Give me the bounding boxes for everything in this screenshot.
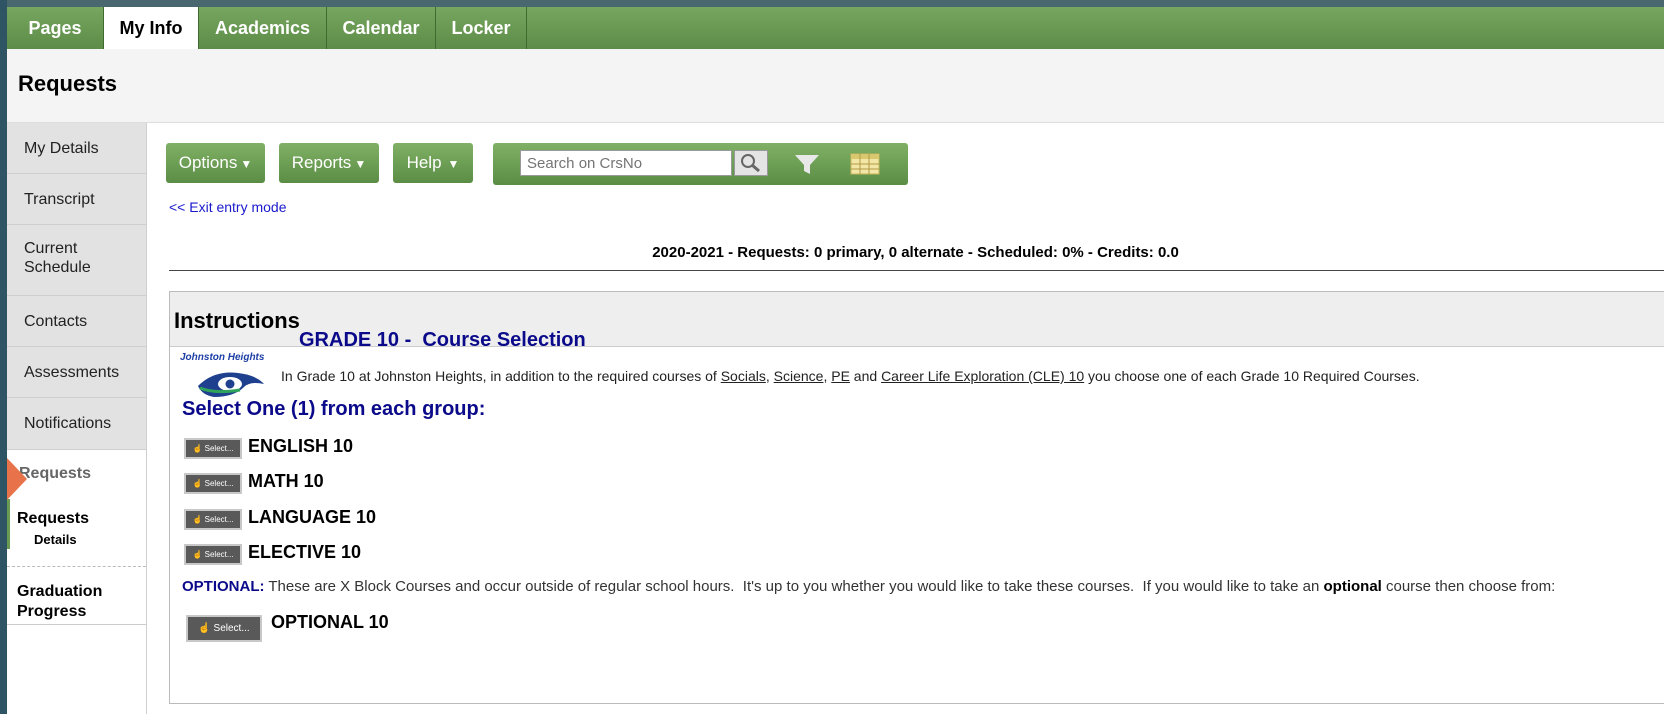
intro-text-separator: and <box>849 368 882 384</box>
grid-view-icon[interactable] <box>850 152 880 176</box>
options-label: Options <box>178 153 238 172</box>
hand-pointer-icon: ☝ <box>192 444 203 453</box>
select-elective-button[interactable]: ☝ Select... <box>184 544 242 565</box>
sidebar-item-graduation-progress[interactable]: Graduation Progress <box>17 582 102 622</box>
intro-text-start: In Grade 10 at Johnston Heights, in addi… <box>281 368 721 384</box>
tab-my-info[interactable]: My Info <box>104 7 199 50</box>
divider <box>169 270 1664 271</box>
filter-icon[interactable] <box>793 152 821 176</box>
optional-note-text: These are X Block Courses and occur outs… <box>264 578 1324 595</box>
sidebar-item-label: Current <box>24 240 78 257</box>
sidebar-item-requests[interactable]: Requests <box>17 510 89 528</box>
requests-summary: 2020-2021 - Requests: 0 primary, 0 alter… <box>652 244 1179 261</box>
sidebar-item-my-details[interactable]: My Details <box>7 123 146 174</box>
sidebar-item-label: Progress <box>17 603 87 620</box>
divider <box>7 624 146 625</box>
caret-down-icon: ▼ <box>354 157 367 171</box>
search-toolbar <box>493 143 908 185</box>
hand-pointer-icon: ☝ <box>192 515 203 524</box>
side-navigation: My Details Transcript Current Schedule C… <box>7 123 147 714</box>
sidebar-item-current-schedule[interactable]: Current Schedule <box>7 225 146 296</box>
annotation-arrow <box>7 458 27 500</box>
hand-pointer-icon: ☝ <box>198 623 211 634</box>
logo-text: Johnston Heights <box>180 352 265 363</box>
intro-text-end: you choose one of each Grade 10 Required… <box>1084 368 1420 384</box>
hawk-logo-icon <box>198 372 264 397</box>
select-group-heading: Select One (1) from each group: <box>182 398 486 420</box>
options-menu-button[interactable]: Options ▼ <box>166 143 265 183</box>
sidebar-item-transcript[interactable]: Transcript <box>7 174 146 225</box>
course-name: LANGUAGE 10 <box>248 507 377 527</box>
caret-down-icon: ▼ <box>447 157 460 171</box>
caret-down-icon: ▼ <box>240 157 253 171</box>
sidebar-section-requests: Requests <box>19 465 92 482</box>
divider <box>7 566 146 567</box>
select-button-label: Select... <box>204 515 234 524</box>
course-name: OPTIONAL 10 <box>271 612 389 632</box>
instructions-panel: Instructions Johnston Heights GRADE 10 -… <box>169 291 1664 704</box>
tab-locker[interactable]: Locker <box>436 7 527 49</box>
select-math-button[interactable]: ☝ Select... <box>184 473 242 494</box>
tab-pages[interactable]: Pages <box>7 7 104 49</box>
app-frame: Pages My Info Academics Calendar Locker … <box>7 0 1664 714</box>
search-button[interactable] <box>734 150 768 176</box>
sidebar-item-requests-details[interactable]: Details <box>34 532 77 547</box>
reports-menu-button[interactable]: Reports ▼ <box>279 143 379 183</box>
tab-academics[interactable]: Academics <box>199 7 327 49</box>
hand-pointer-icon: ☝ <box>192 550 203 559</box>
optional-note: OPTIONAL: These are X Block Courses and … <box>182 578 1555 595</box>
page-title: Requests <box>18 71 118 96</box>
sidebar-item-label: Schedule <box>24 259 91 276</box>
select-button-label: Select... <box>213 623 250 634</box>
sidebar-item-notifications[interactable]: Notifications <box>7 398 146 450</box>
select-language-button[interactable]: ☝ Select... <box>184 509 242 530</box>
search-input[interactable] <box>520 150 732 176</box>
top-tab-bar: Pages My Info Academics Calendar Locker <box>7 0 1664 50</box>
help-label: Help <box>406 153 442 172</box>
optional-label: OPTIONAL: <box>182 578 265 595</box>
sidebar-item-contacts[interactable]: Contacts <box>7 296 146 347</box>
optional-emphasis: optional <box>1323 578 1382 595</box>
exit-entry-mode-link[interactable]: << Exit entry mode <box>169 199 287 215</box>
select-button-label: Select... <box>204 550 234 559</box>
instructions-title: Instructions <box>174 308 300 333</box>
active-indicator <box>7 499 10 549</box>
optional-note-tail: course then choose from: <box>1381 578 1556 595</box>
sidebar-item-label: Graduation <box>17 583 103 600</box>
science-link[interactable]: Science <box>774 368 824 384</box>
course-selection-heading: GRADE 10 - Course Selection <box>299 329 586 351</box>
socials-link[interactable]: Socials <box>721 368 766 384</box>
tab-calendar[interactable]: Calendar <box>327 7 436 49</box>
select-button-label: Select... <box>204 479 234 488</box>
intro-text: In Grade 10 at Johnston Heights, in addi… <box>281 368 1420 384</box>
sidebar-item-assessments[interactable]: Assessments <box>7 347 146 398</box>
intro-text-separator: , <box>765 368 774 384</box>
page-header: Requests <box>7 49 1664 123</box>
hand-pointer-icon: ☝ <box>192 479 203 488</box>
help-menu-button[interactable]: Help ▼ <box>393 143 473 183</box>
course-name: ENGLISH 10 <box>248 436 354 456</box>
select-optional-button[interactable]: ☝ Select... <box>186 615 262 642</box>
search-icon <box>741 154 760 173</box>
select-english-button[interactable]: ☝ Select... <box>184 438 242 459</box>
cle-link[interactable]: Career Life Exploration (CLE) 10 <box>881 368 1084 384</box>
school-logo: Johnston Heights <box>180 350 280 402</box>
course-name: ELECTIVE 10 <box>248 542 362 562</box>
reports-label: Reports <box>291 153 352 172</box>
select-button-label: Select... <box>204 444 234 453</box>
pe-link[interactable]: PE <box>831 368 850 384</box>
course-name: MATH 10 <box>248 471 324 491</box>
